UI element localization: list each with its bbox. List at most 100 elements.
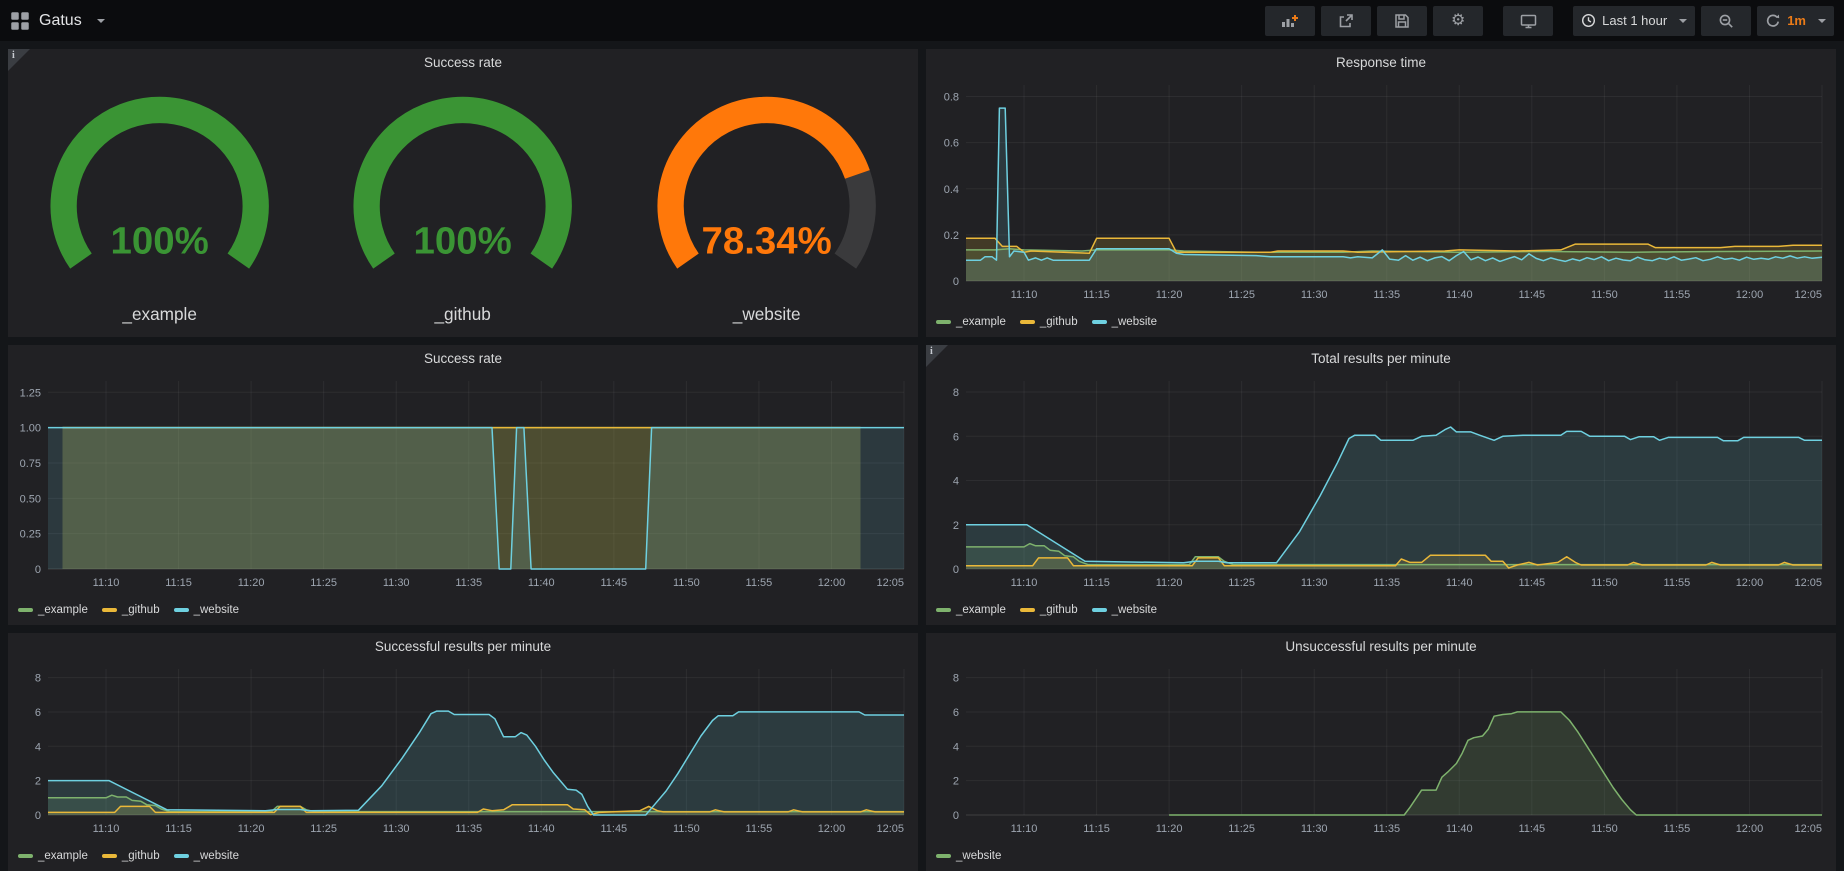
cycle-view-button[interactable] <box>1503 6 1553 36</box>
x-axis-label: 11:10 <box>93 577 120 589</box>
x-axis-label: 11:45 <box>1518 289 1545 301</box>
x-axis-label: 12:00 <box>1736 823 1764 835</box>
y-axis-label: 2 <box>953 776 959 788</box>
panel-title[interactable]: Total results per minute <box>926 351 1836 366</box>
legend-color-dash <box>1092 608 1107 612</box>
legend-color-dash <box>174 854 189 858</box>
legend-item-_website[interactable]: _website <box>936 850 1001 862</box>
x-axis-label: 11:15 <box>165 823 192 835</box>
panel-successful-results: Successful results per minute 11:10 11:15… <box>8 633 918 871</box>
y-axis-label: 0 <box>35 810 41 822</box>
x-axis-label: 11:55 <box>1664 577 1691 589</box>
y-axis-label: 1.25 <box>20 387 41 399</box>
gauge-_website: 78.34% _website <box>615 79 918 333</box>
save-dashboard-button[interactable] <box>1377 6 1427 36</box>
dashboard-title[interactable]: Gatus <box>39 12 82 30</box>
chart-legend: _example _github _website <box>936 315 1157 329</box>
x-axis-label: 11:25 <box>1228 823 1255 835</box>
legend-color-dash <box>1020 608 1035 612</box>
x-axis-label: 11:40 <box>1446 289 1473 301</box>
legend-item-_github[interactable]: _github <box>102 850 160 862</box>
x-axis-label: 11:15 <box>1083 577 1110 589</box>
x-axis-label: 11:10 <box>93 823 120 835</box>
y-axis-label: 0 <box>35 564 41 576</box>
legend-item-_github[interactable]: _github <box>102 604 160 616</box>
legend-item-_github[interactable]: _github <box>1020 316 1078 328</box>
refresh-picker[interactable]: 1m <box>1757 6 1834 36</box>
zoom-out-button[interactable] <box>1701 6 1751 36</box>
share-dashboard-button[interactable] <box>1321 6 1371 36</box>
unsuccessful-results-chart[interactable]: 11:1011:1511:2011:2511:3011:3511:4011:45… <box>926 659 1836 837</box>
legend-label: _github <box>1040 316 1078 328</box>
x-axis-label: 11:15 <box>1083 289 1110 301</box>
legend-item-_example[interactable]: _example <box>18 850 88 862</box>
successful-results-chart[interactable]: 11:1011:1511:2011:2511:3011:3511:4011:45… <box>8 659 918 837</box>
chevron-down-icon[interactable] <box>97 19 105 23</box>
x-axis-label: 12:05 <box>1794 823 1822 835</box>
legend-label: _website <box>194 850 239 862</box>
legend-item-_example[interactable]: _example <box>936 316 1006 328</box>
gauge-label: _website <box>731 304 800 324</box>
x-axis-label: 11:35 <box>455 823 482 835</box>
total-results-chart[interactable]: 11:1011:1511:2011:2511:3011:3511:4011:45… <box>926 371 1836 591</box>
panel-title[interactable]: Successful results per minute <box>8 639 918 654</box>
y-axis-label: 6 <box>953 707 959 719</box>
y-axis-label: 0 <box>953 810 959 822</box>
y-axis-label: 0.6 <box>944 138 959 150</box>
y-axis-label: 1.00 <box>20 423 41 435</box>
x-axis-label: 11:30 <box>1301 577 1328 589</box>
legend-color-dash <box>936 320 951 324</box>
x-axis-label: 11:40 <box>528 823 555 835</box>
gauge-value-text: 78.34% <box>701 220 831 263</box>
y-axis-label: 4 <box>35 741 41 753</box>
x-axis-label: 11:55 <box>746 577 773 589</box>
x-axis-label: 11:35 <box>1373 823 1400 835</box>
dashboard-settings-button[interactable]: ⚙ <box>1433 6 1483 36</box>
x-axis-label: 12:05 <box>1794 577 1822 589</box>
panel-success-rate-timeseries: Success rate 11:1011:1511:2011:2511:3011… <box>8 345 918 625</box>
legend-label: _example <box>38 604 88 616</box>
x-axis-label: 11:35 <box>1373 289 1400 301</box>
panel-title[interactable]: Response time <box>926 55 1836 70</box>
legend-color-dash <box>102 854 117 858</box>
legend-item-_github[interactable]: _github <box>1020 604 1078 616</box>
gauge-value-text: 100% <box>414 220 512 263</box>
gauge-_github: 100% _github <box>311 79 614 333</box>
success-rate-chart[interactable]: 11:1011:1511:2011:2511:3011:3511:4011:45… <box>8 371 918 591</box>
panel-title[interactable]: Success rate <box>8 55 918 70</box>
legend-label: _github <box>122 604 160 616</box>
x-axis-label: 11:50 <box>1591 823 1618 835</box>
x-axis-label: 12:00 <box>1736 577 1764 589</box>
refresh-interval-label: 1m <box>1787 13 1806 28</box>
legend-item-_website[interactable]: _website <box>174 604 239 616</box>
x-axis-label: 11:30 <box>1301 289 1328 301</box>
y-axis-label: 0 <box>953 276 959 288</box>
legend-item-_example[interactable]: _example <box>936 604 1006 616</box>
legend-item-_website[interactable]: _website <box>1092 316 1157 328</box>
x-axis-label: 12:00 <box>818 577 846 589</box>
y-axis-label: 0.25 <box>20 529 41 541</box>
apps-grid-icon[interactable] <box>10 11 30 31</box>
legend-color-dash <box>102 608 117 612</box>
gauge-label: _github <box>434 304 491 324</box>
chart-legend: _website <box>936 849 1001 863</box>
series-fill-_website <box>48 711 904 815</box>
time-range-picker[interactable]: Last 1 hour <box>1573 6 1695 36</box>
legend-item-_website[interactable]: _website <box>1092 604 1157 616</box>
legend-item-_website[interactable]: _website <box>174 850 239 862</box>
add-panel-button[interactable] <box>1265 6 1315 36</box>
x-axis-label: 11:55 <box>1664 289 1691 301</box>
legend-color-dash <box>1020 320 1035 324</box>
gauge-row: 100%_example100%_github78.34%_website <box>8 79 918 333</box>
series-fill-_website <box>48 428 904 569</box>
legend-item-_example[interactable]: _example <box>18 604 88 616</box>
x-axis-label: 11:45 <box>600 577 627 589</box>
x-axis-label: 11:40 <box>528 577 555 589</box>
x-axis-label: 11:20 <box>1156 289 1183 301</box>
legend-label: _website <box>956 850 1001 862</box>
x-axis-label: 11:55 <box>746 823 773 835</box>
response-time-chart[interactable]: 11:1011:1511:2011:2511:3011:3511:4011:45… <box>926 75 1836 303</box>
legend-label: _website <box>1112 604 1157 616</box>
panel-title[interactable]: Success rate <box>8 351 918 366</box>
panel-title[interactable]: Unsuccessful results per minute <box>926 639 1836 654</box>
